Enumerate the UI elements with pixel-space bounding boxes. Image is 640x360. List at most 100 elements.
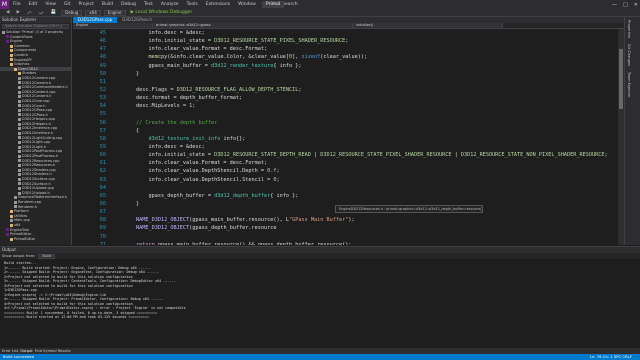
file-icon <box>6 35 9 39</box>
minimize-button[interactable]: — <box>612 2 617 8</box>
code-line[interactable]: 52 desc.Flags = D3D12_RESOURCE_FLAG_ALLO… <box>73 86 618 94</box>
file-icon <box>18 186 21 190</box>
redo-icon[interactable]: ⤻ <box>37 10 46 16</box>
save-icon[interactable]: 💾 <box>49 10 59 15</box>
status-message: Build succeeded <box>3 354 35 359</box>
file-icon <box>18 168 21 172</box>
maximize-button[interactable]: □ <box>623 2 628 8</box>
code-token: info.clear_value.Format = desc.Format; <box>111 46 268 53</box>
code-line[interactable]: 68 NAME_D3D12_OBJECT(gpass_main_buffer.r… <box>73 216 618 224</box>
code-token: initial_state <box>164 38 205 45</box>
code-line[interactable]: 50 } <box>73 70 618 78</box>
file-icon <box>18 127 21 131</box>
output-source-dropdown[interactable]: Build <box>38 253 56 259</box>
line-number: 52 <box>99 86 106 93</box>
code-line[interactable]: 51 <box>73 78 618 86</box>
file-icon <box>18 72 21 76</box>
undo-icon[interactable]: ⤺ <box>25 10 34 16</box>
member-dropdown[interactable]: initialize() <box>353 23 503 28</box>
line-number: 60 <box>99 152 106 159</box>
file-icon <box>10 53 13 57</box>
menu-item-view[interactable]: View <box>41 2 60 7</box>
code-text: NAME_D3D12_OBJECT(gpass_depth_buffer.res… <box>111 224 618 232</box>
code-line[interactable]: 63 info.clear_value.DepthStencil.Stencil… <box>73 176 618 184</box>
scrollbar-thumb[interactable] <box>619 49 623 109</box>
line-number: 45 <box>99 30 106 36</box>
code-line[interactable]: 45 info.desc = &desc; <box>73 29 618 37</box>
menu-item-git[interactable]: Git <box>60 2 75 7</box>
file-icon <box>10 209 13 213</box>
tree-item[interactable]: PrimalEditor <box>0 237 71 242</box>
code-line[interactable]: 60 info.initial_state = D3D12_RESOURCE_S… <box>73 151 618 159</box>
output-line: ========== Build started at 12:00 PM and… <box>4 315 149 319</box>
code-token: sizeof <box>301 54 321 61</box>
code-line[interactable]: 71 return gpass_main_buffer.resource() &… <box>73 241 618 245</box>
code-line[interactable]: 65 gpass_depth_buffer = d3d12_depth_buff… <box>73 192 618 200</box>
code-line[interactable]: 61 info.clear_value.Format = desc.Format… <box>73 159 618 167</box>
code-token: desc.MipLevels = <box>111 103 190 110</box>
code-line[interactable]: 57 { <box>73 127 618 135</box>
menu-item-analyze[interactable]: Analyze <box>157 2 183 7</box>
menu-item-build[interactable]: Build <box>98 2 117 7</box>
menu-item-window[interactable]: Window <box>234 2 260 7</box>
close-button[interactable]: ✕ <box>634 2 638 8</box>
code-text: gpass_main_buffer = d3d12_render_texture… <box>111 62 618 70</box>
code-line[interactable]: 62 info.clear_value.DepthStencil.Depth =… <box>73 167 618 175</box>
file-icon <box>18 131 21 135</box>
file-icon <box>18 141 21 145</box>
back-icon[interactable]: ◀ <box>4 10 11 15</box>
startup-project-dropdown[interactable]: Engine <box>103 9 126 16</box>
file-icon <box>18 164 21 168</box>
code-line[interactable]: 70 <box>73 233 618 241</box>
line-number: 47 <box>99 46 106 53</box>
code-line[interactable]: 49 gpass_main_buffer = d3d12_render_text… <box>73 62 618 70</box>
code-line[interactable]: 47 info.clear_value.Format = desc.Format… <box>73 45 618 53</box>
menu-item-tools[interactable]: Tools <box>183 2 202 7</box>
menu-item-debug[interactable]: Debug <box>117 2 140 7</box>
code-line[interactable]: 53 desc.format = depth_buffer_format; <box>73 94 618 102</box>
code-token: return <box>136 241 155 245</box>
scope-dropdown[interactable]: primal::graphics::d3d12::gpass <box>153 23 353 28</box>
code-token: memcpy <box>148 54 168 61</box>
git-changes-panel-tab[interactable]: Git Changes <box>625 41 633 69</box>
menu-item-test[interactable]: Test <box>140 2 157 7</box>
file-icon <box>10 58 13 62</box>
properties-panel-tab[interactable]: Properties <box>625 17 633 41</box>
team-explorer-panel-tab[interactable]: Team Explorer <box>625 69 633 101</box>
code-line[interactable]: 46 info.initial_state = D3D12_RESOURCE_S… <box>73 37 618 45</box>
menu-item-file[interactable]: File <box>9 2 25 7</box>
line-number: 61 <box>99 160 106 167</box>
code-token: { info }; <box>273 62 302 69</box>
solution-search-input[interactable]: Search Solution Explorer (Ctrl+;) <box>2 24 69 29</box>
code-line[interactable]: 69 NAME_D3D12_OBJECT(gpass_depth_buffer.… <box>73 224 618 232</box>
platform-dropdown[interactable]: x64 <box>85 9 101 16</box>
line-number: 67 <box>99 209 106 216</box>
project-dropdown[interactable]: Engine <box>73 23 153 28</box>
menu-item-extensions[interactable]: Extensions <box>202 2 234 7</box>
configuration-dropdown[interactable]: Debug <box>61 9 83 16</box>
line-number: 50 <box>99 70 106 77</box>
code-line[interactable]: 55 <box>73 110 618 118</box>
file-icon <box>10 214 13 218</box>
line-number: 70 <box>99 233 106 240</box>
menu-item-edit[interactable]: Edit <box>25 2 42 7</box>
code-token: } <box>111 200 140 207</box>
code-line[interactable]: 56 // Create the depth buffer <box>73 119 618 127</box>
code-line[interactable]: 48 memcpy(&info.clear_value.Color, &clea… <box>73 53 618 61</box>
file-icon <box>10 62 13 66</box>
run-debugger-button[interactable]: ▶ Local Windows Debugger <box>129 10 195 15</box>
code-token: info.clear_value.DepthStencil.Stencil = <box>111 176 274 183</box>
code-line[interactable]: 64 <box>73 184 618 192</box>
menu-item-project[interactable]: Project <box>74 2 97 7</box>
file-icon <box>18 191 21 195</box>
code-line[interactable]: 59 info.desc = &desc; <box>73 143 618 151</box>
code-text: return gpass_main_buffer.resource() && g… <box>111 241 618 245</box>
solution-title: Primal <box>262 1 285 8</box>
code-token: // Create the depth buffer <box>111 119 218 126</box>
code-line[interactable]: 58 d3d12_texture_init_info info{}; <box>73 135 618 143</box>
code-token: | <box>310 152 321 159</box>
code-text: info.initial_state = D3D12_RESOURCE_STAT… <box>111 37 618 45</box>
code-line[interactable]: 54 desc.MipLevels = 1; <box>73 102 618 110</box>
forward-icon[interactable]: ▶ <box>14 10 21 15</box>
